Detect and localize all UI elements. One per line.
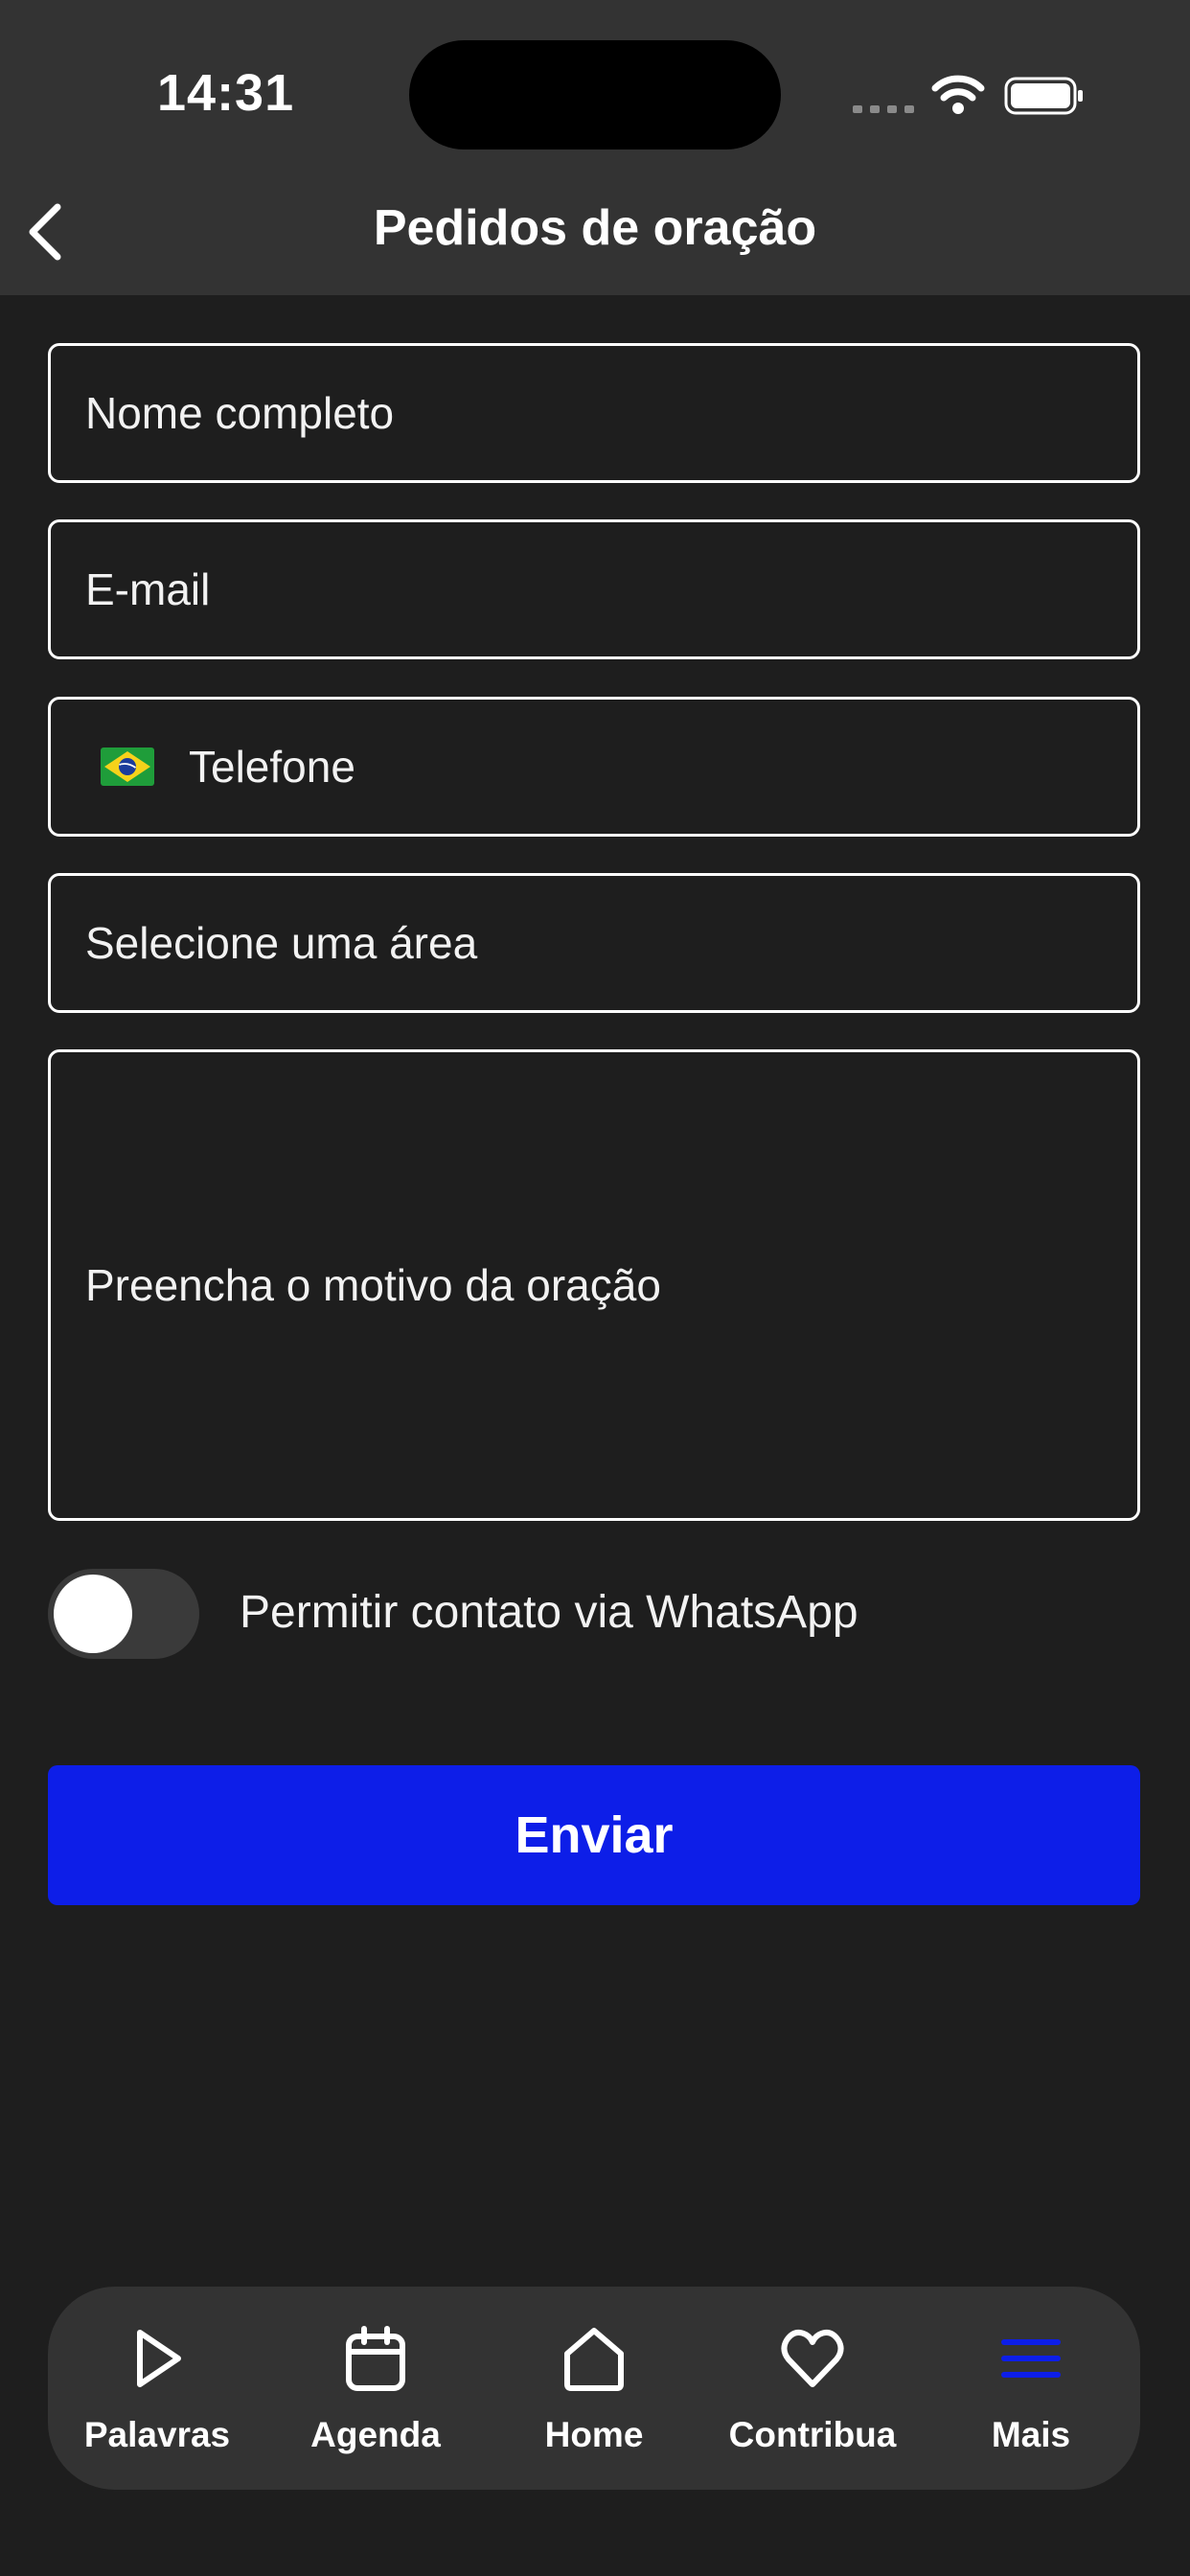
bottom-tab-bar: Palavras Agenda Home Contribua Mais bbox=[48, 2287, 1140, 2490]
wifi-icon bbox=[931, 75, 985, 114]
phone-placeholder: Telefone bbox=[189, 742, 355, 792]
tab-palavras[interactable]: Palavras bbox=[48, 2287, 266, 2490]
full-name-placeholder: Nome completo bbox=[85, 388, 395, 438]
page-title: Pedidos de oração bbox=[373, 200, 817, 256]
tab-mais[interactable]: Mais bbox=[922, 2287, 1140, 2490]
cellular-signal-icon bbox=[853, 105, 914, 113]
whatsapp-contact-toggle[interactable] bbox=[48, 1569, 199, 1659]
brazil-flag-icon[interactable] bbox=[101, 748, 154, 786]
tab-home[interactable]: Home bbox=[485, 2287, 703, 2490]
home-icon bbox=[564, 2328, 624, 2391]
submit-label: Enviar bbox=[515, 1806, 674, 1864]
whatsapp-toggle-label: Permitir contato via WhatsApp bbox=[240, 1587, 858, 1638]
header: 14:31 Pedidos de oração bbox=[0, 0, 1190, 295]
toggle-knob bbox=[54, 1575, 132, 1653]
calendar-icon bbox=[346, 2326, 405, 2391]
tab-label: Home bbox=[544, 2415, 644, 2454]
dynamic-island bbox=[409, 40, 781, 150]
status-time: 14:31 bbox=[157, 64, 295, 122]
email-placeholder: E-mail bbox=[85, 564, 211, 614]
tab-label: Mais bbox=[991, 2415, 1071, 2454]
prayer-requests-screen: 14:31 Pedidos de oração Nome completo E-… bbox=[0, 0, 1190, 2576]
tab-label: Agenda bbox=[310, 2415, 441, 2454]
tab-contribua[interactable]: Contribua bbox=[703, 2287, 922, 2490]
submit-button[interactable]: Enviar bbox=[48, 1765, 1140, 1905]
play-icon bbox=[137, 2330, 181, 2387]
tab-label: Contribua bbox=[728, 2415, 897, 2454]
email-field[interactable]: E-mail bbox=[48, 519, 1140, 659]
heart-icon bbox=[781, 2330, 844, 2387]
tab-label: Palavras bbox=[83, 2415, 231, 2454]
tab-agenda[interactable]: Agenda bbox=[266, 2287, 485, 2490]
area-select[interactable]: Selecione uma área bbox=[48, 873, 1140, 1013]
area-placeholder: Selecione uma área bbox=[85, 918, 478, 968]
phone-field[interactable]: Telefone bbox=[48, 697, 1140, 837]
menu-icon bbox=[1001, 2339, 1061, 2378]
battery-icon bbox=[1004, 77, 1083, 115]
prayer-reason-placeholder: Preencha o motivo da oração bbox=[85, 1260, 661, 1310]
prayer-reason-textarea[interactable]: Preencha o motivo da oração bbox=[48, 1049, 1140, 1521]
full-name-field[interactable]: Nome completo bbox=[48, 343, 1140, 483]
